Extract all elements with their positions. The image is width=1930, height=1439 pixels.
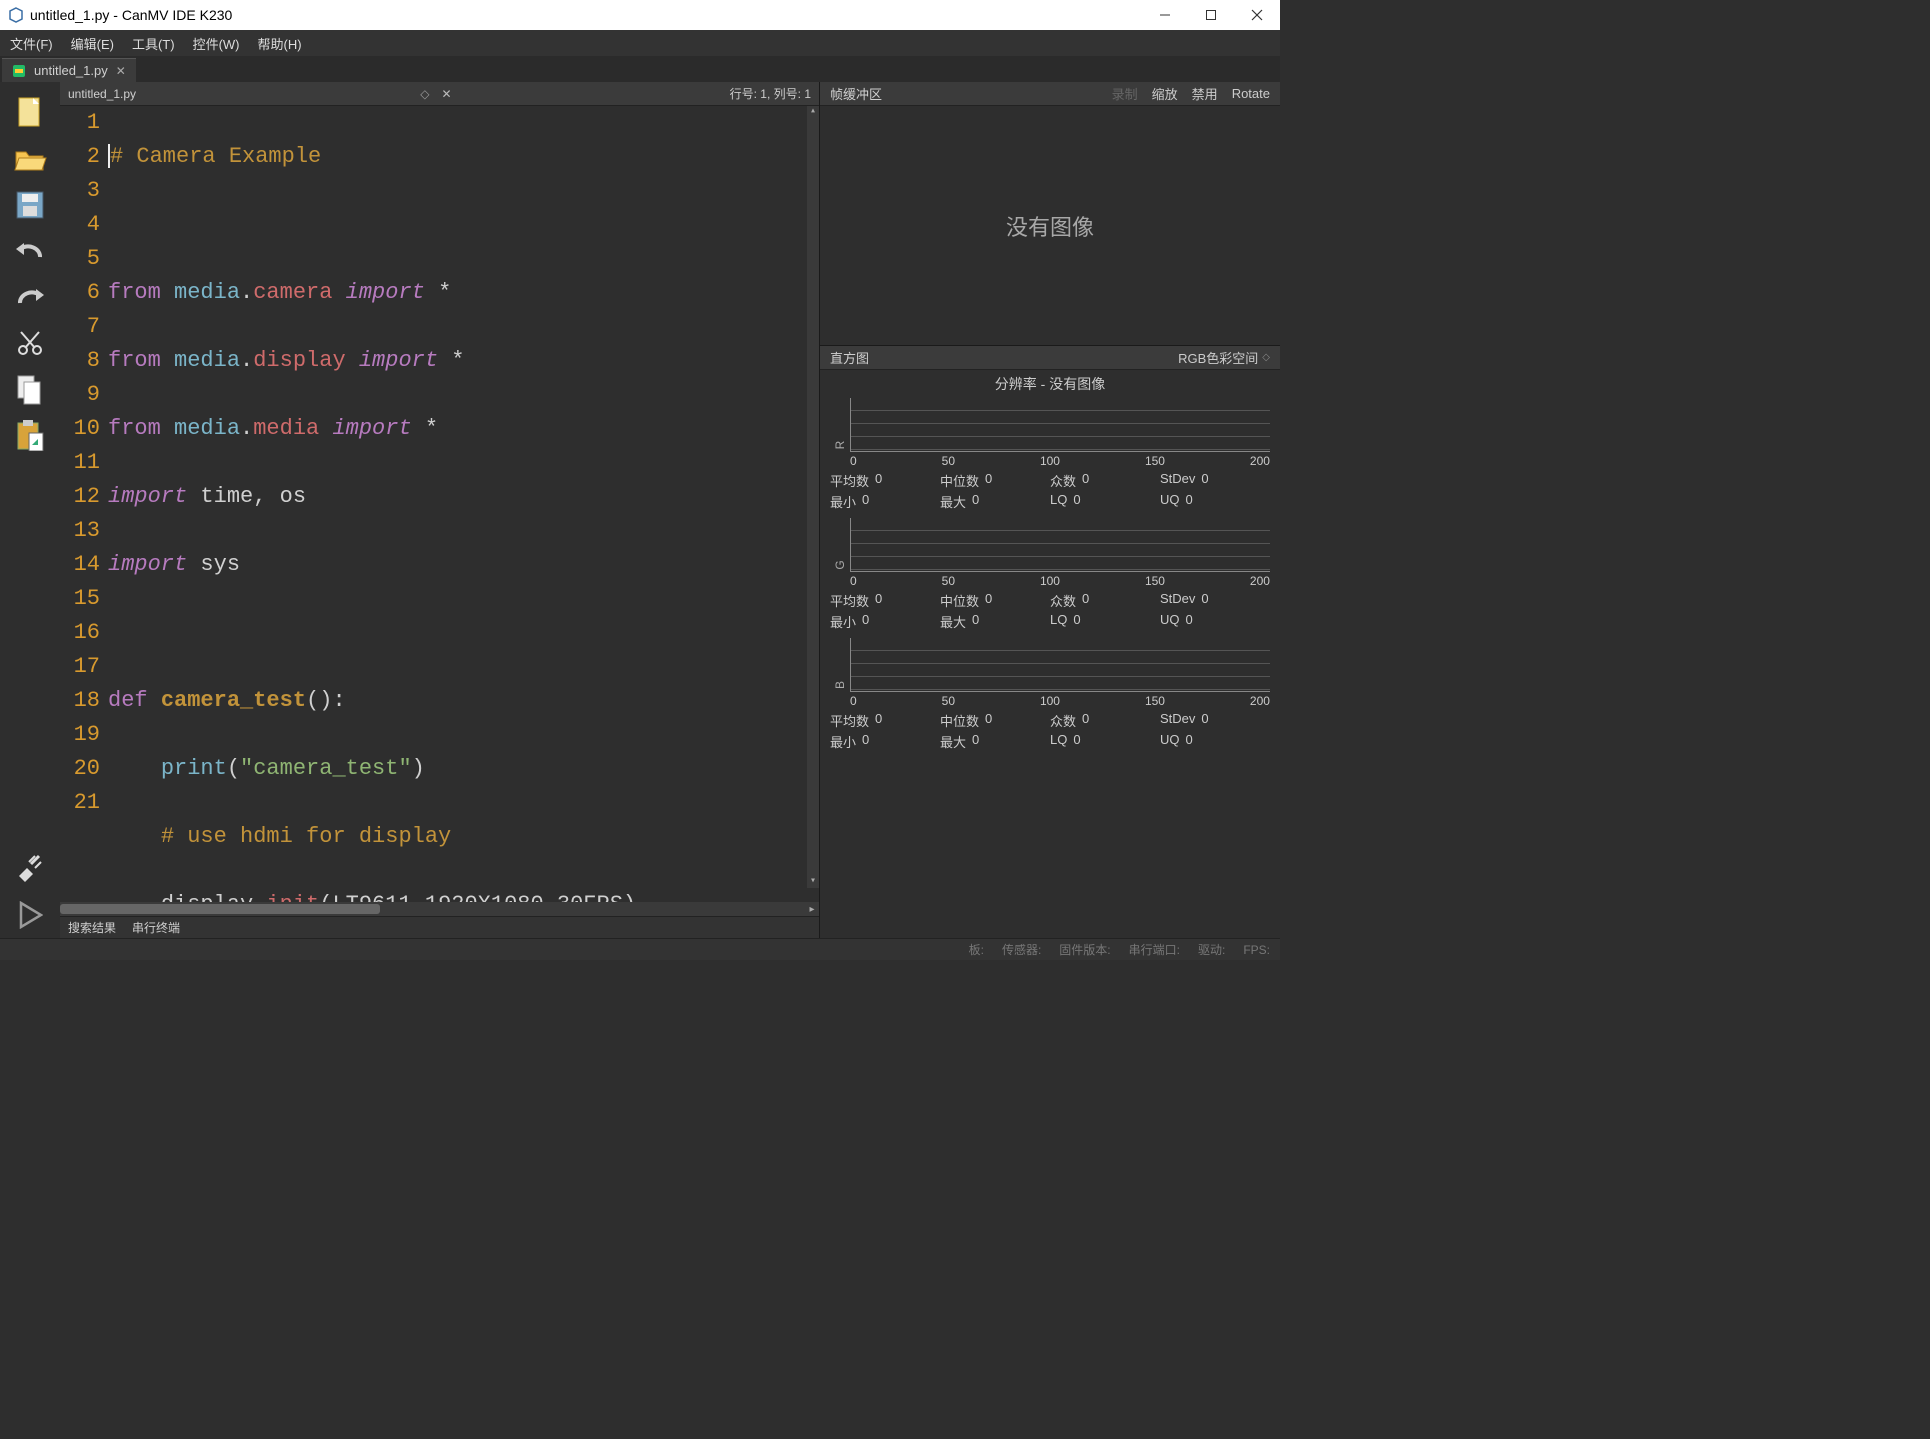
histogram-header: 直方图 RGB色彩空间 ◇ bbox=[820, 346, 1280, 370]
rotate-button[interactable]: Rotate bbox=[1232, 86, 1270, 101]
channel-label-r: R bbox=[833, 435, 847, 455]
tab-serial-terminal[interactable]: 串行终端 bbox=[132, 919, 180, 936]
stats-row: 平均数0 中位数0 众数0 StDev0 bbox=[830, 710, 1270, 731]
scroll-down-icon[interactable]: ▾ bbox=[807, 876, 819, 888]
app-icon bbox=[8, 7, 24, 23]
menu-controls[interactable]: 控件(W) bbox=[193, 34, 240, 53]
paste-button[interactable] bbox=[9, 414, 51, 456]
status-bar: 板: 传感器: 固件版本: 串行端口: 驱动: FPS: bbox=[0, 938, 1280, 960]
resolution-label: 分辨率 - 没有图像 bbox=[830, 374, 1270, 394]
record-button[interactable]: 录制 bbox=[1112, 84, 1138, 103]
histogram-chart-g bbox=[850, 518, 1270, 572]
histogram-axis-r: 050100150200 bbox=[830, 452, 1270, 470]
histogram-body: 分辨率 - 没有图像 R 050100150200 平均数0 中位数0 众数0 … bbox=[820, 370, 1280, 938]
scroll-up-icon[interactable]: ▴ bbox=[807, 106, 819, 118]
open-file-button[interactable] bbox=[9, 138, 51, 180]
stats-row: 最小0 最大0 LQ0 UQ0 bbox=[830, 611, 1270, 632]
framebuffer-view: 没有图像 bbox=[820, 106, 1280, 346]
status-drive: 驱动: bbox=[1198, 941, 1225, 958]
close-button[interactable] bbox=[1234, 0, 1280, 30]
python-file-icon bbox=[12, 64, 26, 78]
scrollbar-thumb[interactable] bbox=[60, 904, 380, 914]
histogram-channel-g: G 050100150200 平均数0 中位数0 众数0 StDev0 最小0 … bbox=[830, 518, 1270, 632]
line-gutter: 123456789101112131415161718192021 bbox=[60, 106, 108, 902]
output-tabs: 搜索结果 串行终端 bbox=[60, 916, 819, 938]
window-titlebar: untitled_1.py - CanMV IDE K230 bbox=[0, 0, 1280, 30]
minimize-button[interactable] bbox=[1142, 0, 1188, 30]
menu-tools[interactable]: 工具(T) bbox=[132, 34, 175, 53]
right-panel: 帧缓冲区 录制 缩放 禁用 Rotate 没有图像 直方图 RGB色彩空间 ◇ … bbox=[820, 82, 1280, 938]
histogram-chart-r bbox=[850, 398, 1270, 452]
copy-button[interactable] bbox=[9, 368, 51, 410]
horizontal-scrollbar[interactable]: ◂ ▸ bbox=[60, 902, 819, 916]
line-col-indicator: 行号: 1, 列号: 1 bbox=[730, 85, 811, 102]
zoom-button[interactable]: 缩放 bbox=[1152, 84, 1178, 103]
no-image-label: 没有图像 bbox=[1006, 210, 1094, 242]
cut-button[interactable] bbox=[9, 322, 51, 364]
run-button[interactable] bbox=[9, 894, 51, 936]
editor-filename: untitled_1.py bbox=[68, 87, 136, 101]
framebuffer-header: 帧缓冲区 录制 缩放 禁用 Rotate bbox=[820, 82, 1280, 106]
menu-help[interactable]: 帮助(H) bbox=[258, 34, 302, 53]
status-firmware: 固件版本: bbox=[1059, 941, 1110, 958]
histogram-title: 直方图 bbox=[830, 348, 869, 367]
stats-row: 平均数0 中位数0 众数0 StDev0 bbox=[830, 590, 1270, 611]
channel-label-g: G bbox=[833, 555, 847, 575]
document-tab-bar: untitled_1.py ✕ bbox=[0, 56, 1280, 82]
framebuffer-title: 帧缓冲区 bbox=[830, 84, 882, 103]
window-title: untitled_1.py - CanMV IDE K230 bbox=[30, 7, 1142, 23]
stats-row: 平均数0 中位数0 众数0 StDev0 bbox=[830, 470, 1270, 491]
histogram-channel-r: R 050100150200 平均数0 中位数0 众数0 StDev0 最小0 … bbox=[830, 398, 1270, 512]
menu-edit[interactable]: 编辑(E) bbox=[71, 34, 114, 53]
channel-label-b: B bbox=[833, 675, 847, 695]
maximize-button[interactable] bbox=[1188, 0, 1234, 30]
histogram-chart-b bbox=[850, 638, 1270, 692]
editor-pane: untitled_1.py ◇ ✕ 行号: 1, 列号: 1 123456789… bbox=[60, 82, 820, 938]
colorspace-select[interactable]: RGB色彩空间 bbox=[1178, 348, 1258, 367]
tab-search-results[interactable]: 搜索结果 bbox=[68, 919, 116, 936]
undo-button[interactable] bbox=[9, 230, 51, 272]
window-controls bbox=[1142, 0, 1280, 30]
editor-header: untitled_1.py ◇ ✕ 行号: 1, 列号: 1 bbox=[60, 82, 819, 106]
editor-close-icon[interactable]: ✕ bbox=[441, 87, 451, 101]
menu-file[interactable]: 文件(F) bbox=[10, 34, 53, 53]
chevron-down-icon[interactable]: ◇ bbox=[1262, 352, 1270, 363]
vertical-scrollbar[interactable]: ▴▾ bbox=[807, 106, 819, 888]
status-board: 板: bbox=[969, 941, 984, 958]
document-tab-label: untitled_1.py bbox=[34, 63, 108, 78]
save-file-button[interactable] bbox=[9, 184, 51, 226]
left-toolbar bbox=[0, 82, 60, 938]
stats-row: 最小0 最大0 LQ0 UQ0 bbox=[830, 491, 1270, 512]
code-area[interactable]: 123456789101112131415161718192021 # Came… bbox=[60, 106, 819, 902]
new-file-button[interactable] bbox=[9, 92, 51, 134]
disable-button[interactable]: 禁用 bbox=[1192, 84, 1218, 103]
connect-button[interactable] bbox=[9, 848, 51, 890]
menu-bar: 文件(F) 编辑(E) 工具(T) 控件(W) 帮助(H) bbox=[0, 30, 1280, 56]
document-tab[interactable]: untitled_1.py ✕ bbox=[2, 58, 136, 82]
status-serial-port: 串行端口: bbox=[1129, 941, 1180, 958]
scroll-right-icon[interactable]: ▸ bbox=[805, 902, 819, 916]
status-fps: FPS: bbox=[1243, 943, 1270, 957]
histogram-axis-g: 050100150200 bbox=[830, 572, 1270, 590]
code-content[interactable]: # Camera Example from media.camera impor… bbox=[108, 106, 819, 902]
histogram-axis-b: 050100150200 bbox=[830, 692, 1270, 710]
status-sensor: 传感器: bbox=[1002, 941, 1041, 958]
histogram-channel-b: B 050100150200 平均数0 中位数0 众数0 StDev0 最小0 … bbox=[830, 638, 1270, 752]
redo-button[interactable] bbox=[9, 276, 51, 318]
stats-row: 最小0 最大0 LQ0 UQ0 bbox=[830, 731, 1270, 752]
file-dropdown-icon[interactable]: ◇ bbox=[420, 87, 429, 101]
close-icon[interactable]: ✕ bbox=[116, 64, 126, 78]
